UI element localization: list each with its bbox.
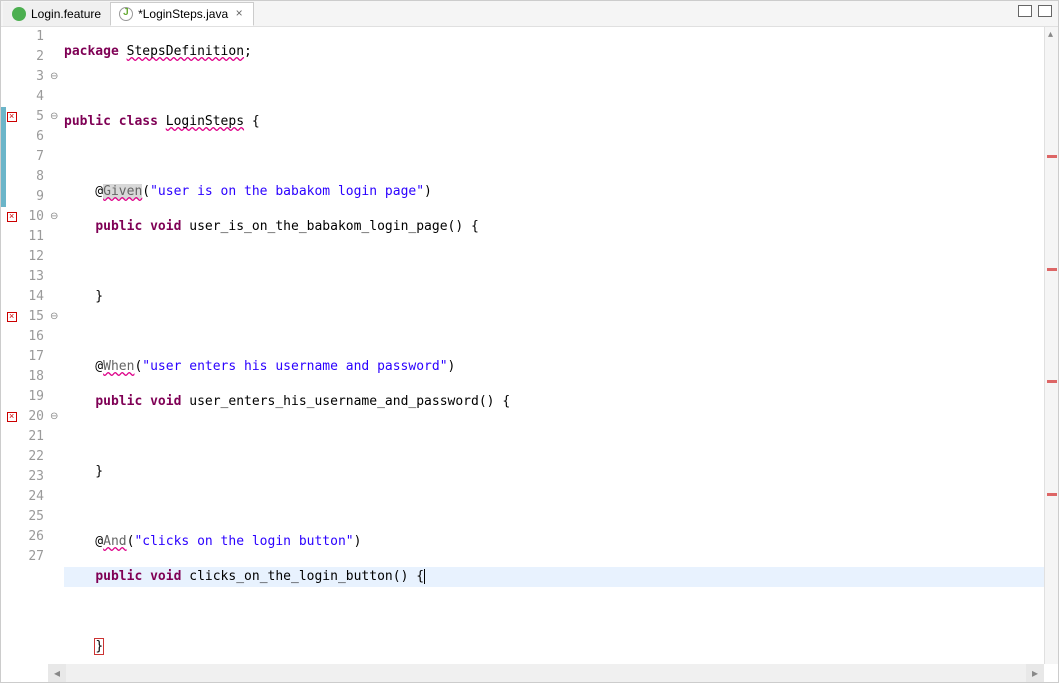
line-number[interactable]: 1	[18, 27, 44, 47]
scroll-track[interactable]	[66, 664, 1026, 682]
line-number[interactable]: 12	[18, 247, 44, 267]
fold-toggle-icon[interactable]: ⊖	[50, 213, 58, 221]
code-line[interactable]: @And("clicks on the login button")	[64, 532, 1058, 552]
code-line[interactable]	[64, 427, 1058, 447]
error-marker-icon[interactable]	[7, 112, 17, 122]
editor-window: Login.feature *LoginSteps.java × 1234567…	[0, 0, 1059, 683]
line-number[interactable]: 15	[18, 307, 44, 327]
close-icon[interactable]: ×	[233, 8, 245, 20]
code-line[interactable]	[64, 252, 1058, 272]
fold-toggle-icon[interactable]: ⊖	[50, 113, 58, 121]
overview-error-mark[interactable]	[1047, 380, 1057, 383]
code-line[interactable]	[64, 322, 1058, 342]
line-number[interactable]: 18	[18, 367, 44, 387]
overview-ruler[interactable]: ▴	[1044, 27, 1058, 664]
line-number[interactable]: 19	[18, 387, 44, 407]
line-number[interactable]: 6	[18, 127, 44, 147]
code-line[interactable]	[64, 77, 1058, 97]
line-number[interactable]: 10	[18, 207, 44, 227]
code-line[interactable]: }	[64, 287, 1058, 307]
code-line[interactable]: }	[64, 637, 1058, 657]
line-number[interactable]: 25	[18, 507, 44, 527]
code-line[interactable]: @When("user enters his username and pass…	[64, 357, 1058, 377]
overview-error-mark[interactable]	[1047, 155, 1057, 158]
line-number[interactable]: 14	[18, 287, 44, 307]
code-line-current[interactable]: public void clicks_on_the_login_button()…	[64, 567, 1058, 587]
line-number[interactable]: 17	[18, 347, 44, 367]
tab-label: Login.feature	[31, 7, 101, 21]
maximize-icon[interactable]	[1038, 5, 1052, 17]
minimize-icon[interactable]	[1018, 5, 1032, 17]
tab-label: *LoginSteps.java	[138, 7, 228, 21]
text-caret	[424, 569, 425, 584]
error-marker-icon[interactable]	[7, 312, 17, 322]
error-marker-icon[interactable]	[7, 212, 17, 222]
code-content[interactable]: package StepsDefinition; public class Lo…	[60, 27, 1058, 664]
tab-bar: Login.feature *LoginSteps.java ×	[1, 1, 1058, 27]
line-number[interactable]: 22	[18, 447, 44, 467]
line-number[interactable]: 4	[18, 87, 44, 107]
fold-toggle-icon[interactable]: ⊖	[50, 413, 58, 421]
error-marker-icon[interactable]	[7, 412, 17, 422]
line-number[interactable]: 20	[18, 407, 44, 427]
scroll-right-icon[interactable]: ▸	[1026, 664, 1044, 682]
code-line[interactable]: public void user_enters_his_username_and…	[64, 392, 1058, 412]
horizontal-scrollbar[interactable]: ◂ ▸	[48, 664, 1044, 682]
java-file-icon	[119, 7, 133, 21]
fold-toggle-icon[interactable]: ⊖	[50, 313, 58, 321]
line-number[interactable]: 11	[18, 227, 44, 247]
overview-error-mark[interactable]	[1047, 268, 1057, 271]
line-number[interactable]: 27	[18, 547, 44, 567]
code-line[interactable]	[64, 602, 1058, 622]
line-number[interactable]: 23	[18, 467, 44, 487]
code-line[interactable]: }	[64, 462, 1058, 482]
line-number[interactable]: 8	[18, 167, 44, 187]
fold-toggle-icon[interactable]: ⊖	[50, 73, 58, 81]
code-line[interactable]	[64, 497, 1058, 517]
code-line[interactable]: public class LoginSteps {	[64, 112, 1058, 132]
line-number[interactable]: 2	[18, 47, 44, 67]
cucumber-icon	[12, 7, 26, 21]
tab-loginsteps-java[interactable]: *LoginSteps.java ×	[110, 2, 254, 26]
line-number[interactable]: 3	[18, 67, 44, 87]
line-number[interactable]: 16	[18, 327, 44, 347]
scroll-up-icon[interactable]: ▴	[1048, 29, 1056, 39]
line-number[interactable]: 13	[18, 267, 44, 287]
fold-column[interactable]: ⊖ ⊖ ⊖ ⊖ ⊖	[48, 27, 60, 664]
scroll-left-icon[interactable]: ◂	[48, 664, 66, 682]
tab-login-feature[interactable]: Login.feature	[3, 2, 110, 26]
marker-column[interactable]	[6, 27, 18, 664]
line-number[interactable]: 24	[18, 487, 44, 507]
code-line[interactable]	[64, 147, 1058, 167]
code-line[interactable]: @Given("user is on the babakom login pag…	[64, 182, 1058, 202]
line-number[interactable]: 5	[18, 107, 44, 127]
line-number[interactable]: 9	[18, 187, 44, 207]
window-controls	[1018, 5, 1052, 17]
line-number[interactable]: 7	[18, 147, 44, 167]
line-number-gutter[interactable]: 1234567891011121314151617181920212223242…	[18, 27, 48, 664]
code-line[interactable]: public void user_is_on_the_babakom_login…	[64, 217, 1058, 237]
code-line[interactable]: package StepsDefinition;	[64, 42, 1058, 62]
code-area: 1234567891011121314151617181920212223242…	[1, 27, 1058, 664]
line-number[interactable]: 26	[18, 527, 44, 547]
overview-error-mark[interactable]	[1047, 493, 1057, 496]
line-number[interactable]: 21	[18, 427, 44, 447]
